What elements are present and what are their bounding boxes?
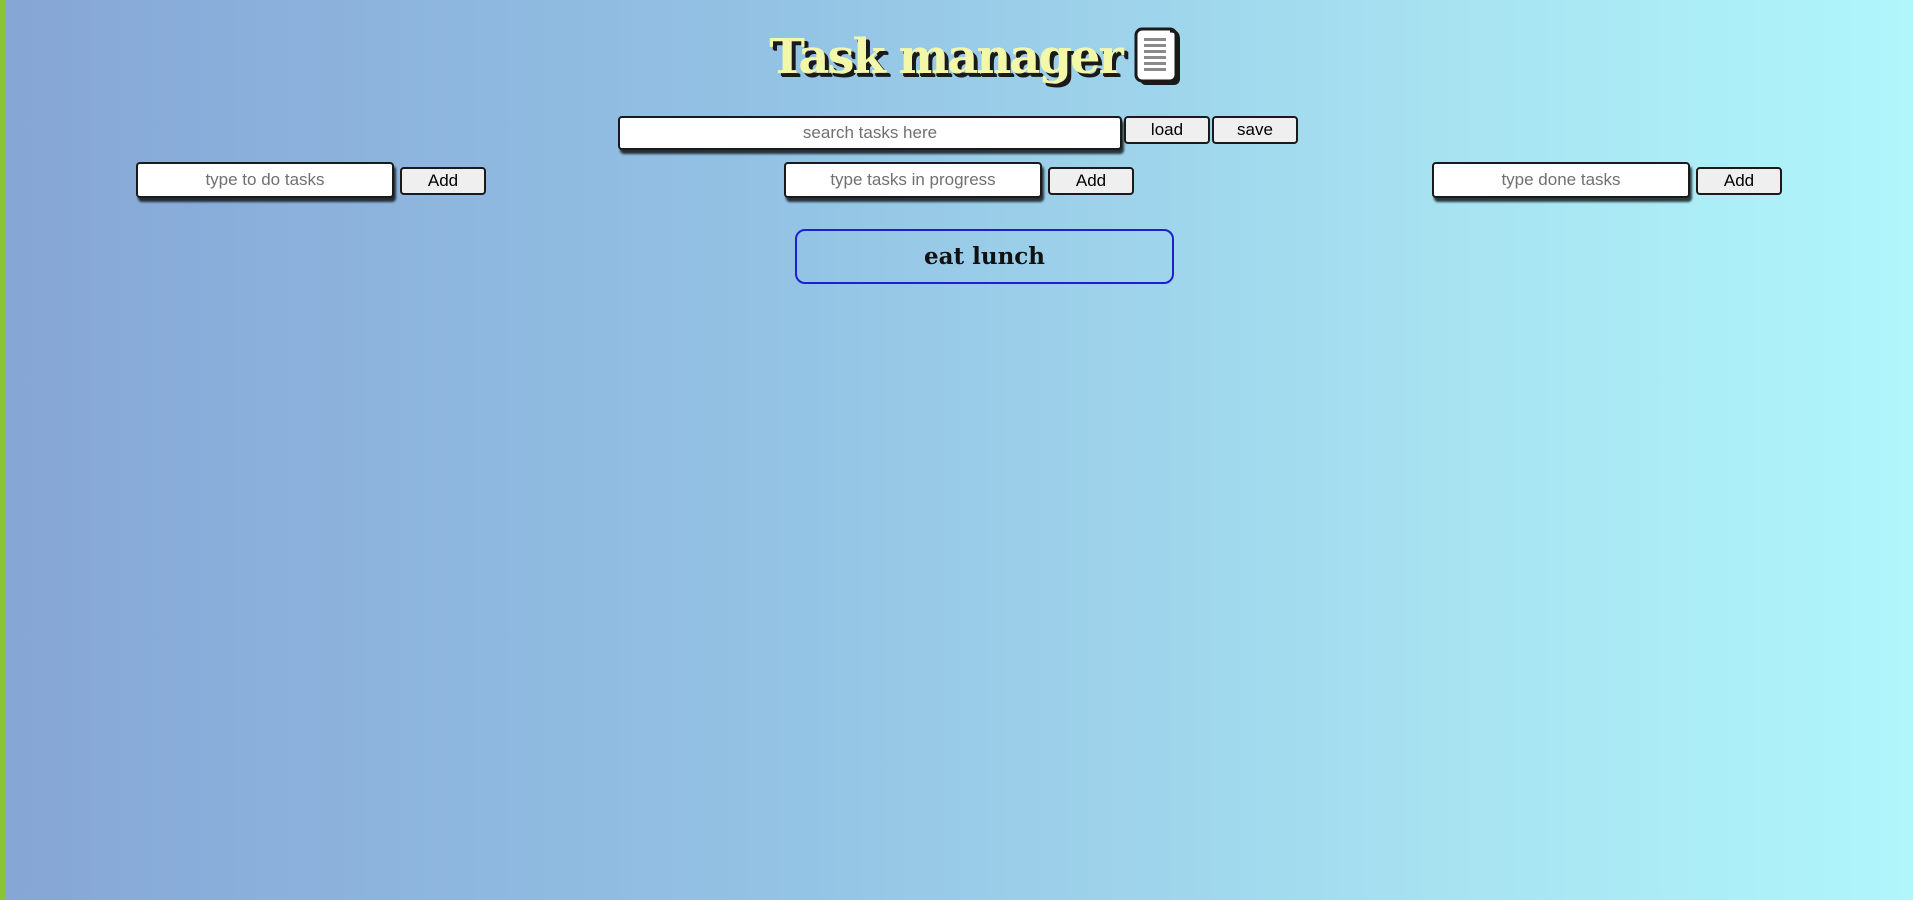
done-add-button[interactable]: Add [1696, 167, 1782, 195]
done-input[interactable] [1432, 162, 1690, 198]
task-card[interactable]: eat lunch [795, 229, 1174, 284]
todo-add-group: Add [136, 162, 486, 198]
load-button[interactable]: load [1124, 116, 1210, 144]
todo-input[interactable] [136, 162, 394, 198]
app-header: Task manager [0, 22, 1913, 92]
save-button[interactable]: save [1212, 116, 1298, 144]
in-progress-input[interactable] [784, 162, 1042, 198]
document-list-icon [1134, 27, 1180, 85]
done-add-group: Add [1432, 162, 1782, 198]
search-input[interactable] [618, 116, 1122, 150]
in-progress-add-group: Add [784, 162, 1134, 198]
search-toolbar: load save [618, 116, 1298, 150]
page-title: Task manager [769, 29, 1123, 85]
task-text: eat lunch [923, 243, 1046, 270]
in-progress-add-button[interactable]: Add [1048, 167, 1134, 195]
left-accent-bar [0, 0, 6, 900]
todo-add-button[interactable]: Add [400, 167, 486, 195]
